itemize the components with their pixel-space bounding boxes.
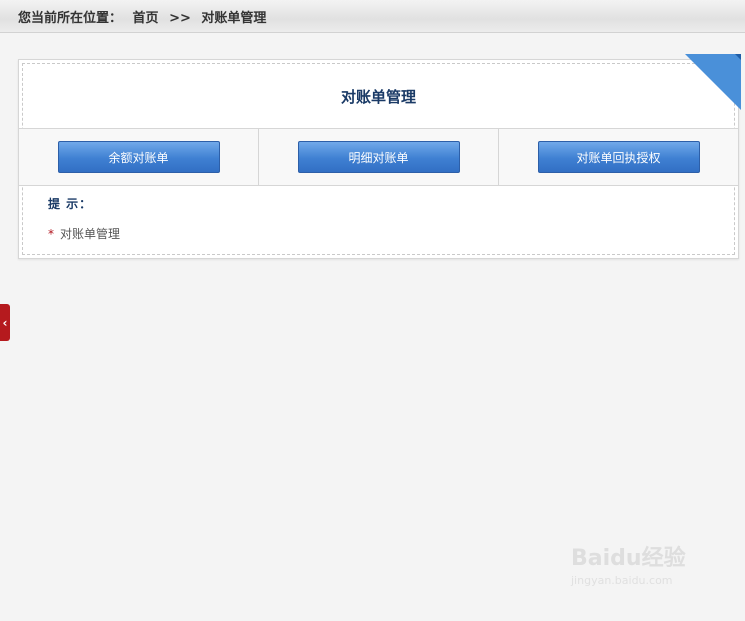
page: 您当前所在位置： 首页 >> 对账单管理 对账单管理 余额对账单 明细对账单 对… (0, 0, 745, 621)
chevron-left-icon: ‹ (2, 315, 8, 330)
balance-statement-button[interactable]: 余额对账单 (57, 141, 220, 173)
breadcrumb-prefix: 您当前所在位置： (18, 11, 123, 26)
watermark-logo-text: Baidu经验 (571, 546, 686, 571)
button-row: 余额对账单 明细对账单 对账单回执授权 (19, 128, 738, 186)
collapse-tab[interactable]: ‹ (0, 304, 10, 341)
breadcrumb-home-link[interactable]: 首页 (133, 11, 159, 26)
breadcrumb-bar: 您当前所在位置： 首页 >> 对账单管理 (0, 0, 745, 33)
breadcrumb-current: 对账单管理 (201, 11, 267, 26)
button-cell: 对账单回执授权 (499, 129, 738, 185)
tip-label: 提 示： (48, 197, 93, 211)
tip-item-text: 对账单管理 (60, 227, 121, 241)
statement-panel: 对账单管理 余额对账单 明细对账单 对账单回执授权 提 示： * 对账单管理 (18, 54, 741, 259)
button-cell: 余额对账单 (19, 129, 259, 185)
breadcrumb-separator: >> (169, 11, 191, 26)
panel-title: 对账单管理 (340, 88, 416, 106)
required-star: * (48, 227, 54, 241)
detail-statement-button[interactable]: 明细对账单 (297, 141, 460, 173)
watermark-url: jingyan.baidu.com (571, 574, 673, 587)
button-cell: 明细对账单 (259, 129, 499, 185)
tip-item: * 对账单管理 (48, 225, 120, 242)
watermark: Baidu经验 jingyan.baidu.com (571, 540, 686, 587)
statement-receipt-authorization-button[interactable]: 对账单回执授权 (537, 141, 700, 173)
breadcrumb: 您当前所在位置： 首页 >> 对账单管理 (18, 7, 272, 26)
